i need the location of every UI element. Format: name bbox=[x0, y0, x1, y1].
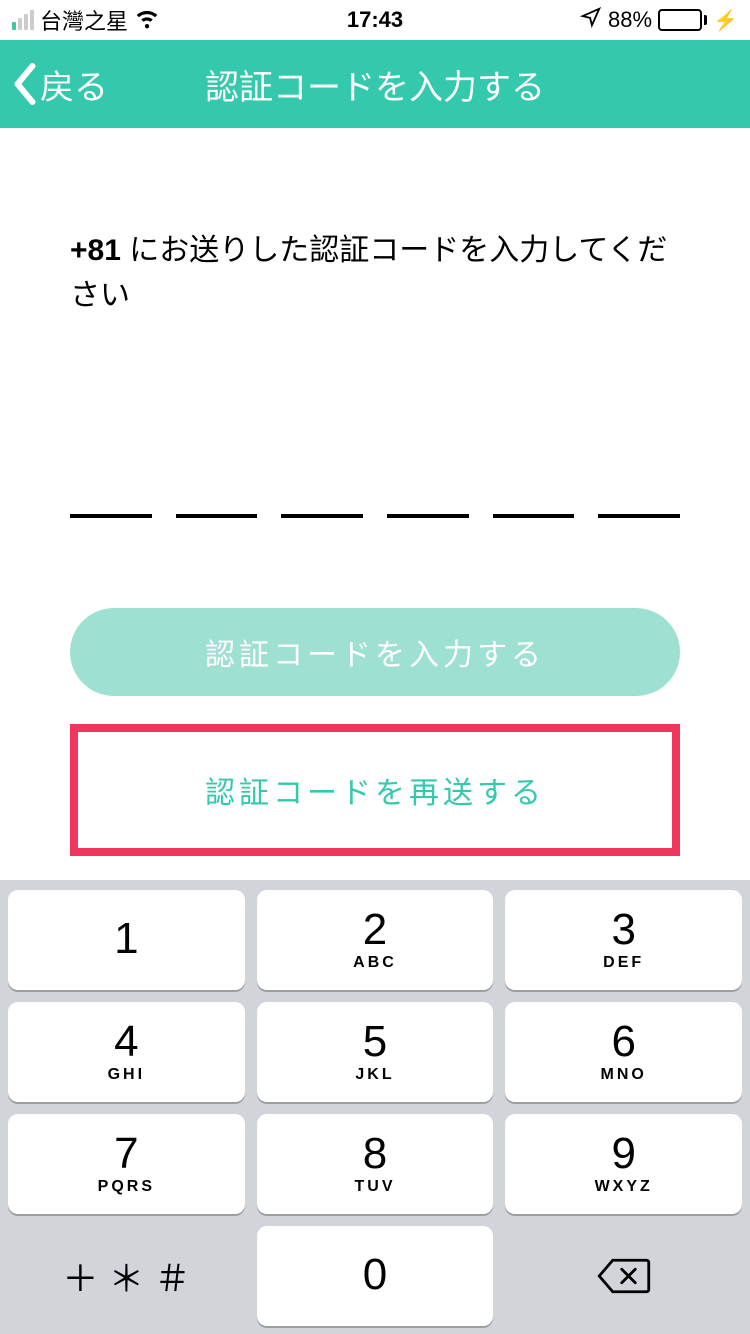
instruction-text: +81 にお送りした認証コードを入力してください bbox=[70, 228, 680, 318]
key-7[interactable]: 7PQRS bbox=[8, 1114, 245, 1214]
key-4[interactable]: 4GHI bbox=[8, 1002, 245, 1102]
page-title: 認証コードを入力する bbox=[205, 60, 545, 109]
code-digit-4[interactable] bbox=[387, 468, 469, 518]
code-digit-1[interactable] bbox=[70, 468, 152, 518]
wifi-icon bbox=[134, 4, 160, 36]
signal-icon bbox=[12, 10, 34, 30]
battery-percent: 88% bbox=[608, 7, 652, 33]
key-0[interactable]: 0 bbox=[257, 1226, 494, 1326]
key-5[interactable]: 5JKL bbox=[257, 1002, 494, 1102]
battery-icon bbox=[658, 9, 707, 31]
instruction-rest: にお送りした認証コードを入力してください bbox=[70, 234, 667, 312]
charging-icon: ⚡ bbox=[713, 8, 738, 33]
carrier-label: 台灣之星 bbox=[40, 4, 128, 36]
status-time: 17:43 bbox=[347, 7, 403, 33]
nav-bar: 戻る 認証コードを入力する bbox=[0, 40, 750, 128]
phone-prefix: +81 bbox=[70, 234, 121, 267]
key-6[interactable]: 6MNO bbox=[505, 1002, 742, 1102]
code-digit-6[interactable] bbox=[598, 468, 680, 518]
submit-code-button[interactable]: 認証コードを入力する bbox=[70, 608, 680, 696]
back-label: 戻る bbox=[40, 60, 108, 109]
status-bar: 台灣之星 17:43 88% ⚡ bbox=[0, 0, 750, 40]
key-1[interactable]: 1 bbox=[8, 890, 245, 990]
key-8[interactable]: 8TUV bbox=[257, 1114, 494, 1214]
numeric-keyboard: 1 2ABC 3DEF 4GHI 5JKL 6MNO 7PQRS 8TUV 9W… bbox=[0, 880, 750, 1334]
key-symbols[interactable]: ＋ ＊ ＃ bbox=[8, 1226, 245, 1326]
content: +81 にお送りした認証コードを入力してください 認証コードを入力する 認証コー… bbox=[0, 128, 750, 856]
status-right: 88% ⚡ bbox=[580, 6, 738, 34]
location-icon bbox=[580, 6, 602, 34]
status-left: 台灣之星 bbox=[12, 4, 160, 36]
backspace-icon bbox=[597, 1256, 651, 1296]
code-digit-5[interactable] bbox=[493, 468, 575, 518]
key-3[interactable]: 3DEF bbox=[505, 890, 742, 990]
code-input-row bbox=[70, 468, 680, 518]
back-button[interactable]: 戻る bbox=[0, 60, 108, 109]
resend-highlight-box: 認証コードを再送する bbox=[70, 724, 680, 856]
code-digit-2[interactable] bbox=[176, 468, 258, 518]
key-2[interactable]: 2ABC bbox=[257, 890, 494, 990]
key-backspace[interactable] bbox=[505, 1226, 742, 1326]
code-digit-3[interactable] bbox=[281, 468, 363, 518]
chevron-left-icon bbox=[12, 63, 38, 105]
key-9[interactable]: 9WXYZ bbox=[505, 1114, 742, 1214]
resend-code-button[interactable]: 認証コードを再送する bbox=[78, 750, 672, 830]
